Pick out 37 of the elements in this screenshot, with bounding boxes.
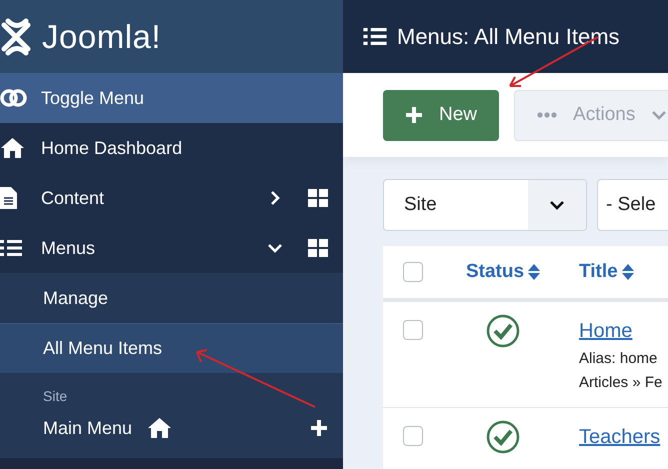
item-detail: Articles » Fe xyxy=(579,374,662,391)
logo-text[interactable]: Joomla! xyxy=(42,18,162,56)
plus-icon xyxy=(405,106,423,124)
column-header[interactable]: Title xyxy=(579,261,634,283)
submenu-item[interactable]: Main Menu xyxy=(43,418,132,438)
checkbox[interactable] xyxy=(403,320,423,340)
list-icon xyxy=(363,27,387,46)
sort-icon xyxy=(622,264,634,280)
ellipsis-icon xyxy=(537,112,558,118)
home-icon xyxy=(0,137,25,159)
sidebar-item[interactable]: Home Dashboard xyxy=(0,123,343,173)
page-title: Menus: All Menu Items xyxy=(397,24,620,50)
dashboard-icon[interactable] xyxy=(308,189,328,207)
plus-icon[interactable] xyxy=(310,419,328,437)
published-icon[interactable] xyxy=(486,314,520,348)
filter-select[interactable]: Site xyxy=(383,179,587,231)
sidebar-item[interactable]: Toggle Menu xyxy=(0,73,343,123)
new-button[interactable]: New xyxy=(383,90,500,140)
dashboard-icon[interactable] xyxy=(308,239,328,257)
item-title-link[interactable]: Teachers xyxy=(579,426,660,449)
column-header[interactable]: Status xyxy=(466,261,540,283)
home-icon xyxy=(146,417,174,439)
item-title-link[interactable]: Home xyxy=(579,320,662,343)
checkbox[interactable] xyxy=(403,426,423,446)
published-icon[interactable] xyxy=(486,420,520,454)
sort-icon xyxy=(528,264,540,280)
item-detail: Alias: home xyxy=(579,350,658,367)
list-icon xyxy=(0,239,22,257)
submenu-item[interactable]: All Menu Items xyxy=(0,323,343,373)
filter-select[interactable]: - Sele xyxy=(597,179,668,231)
sidebar-item[interactable]: Menus xyxy=(0,223,343,273)
toggle-icon xyxy=(0,89,27,107)
checkbox[interactable] xyxy=(403,262,423,282)
submenu-item[interactable]: Manage xyxy=(0,273,343,323)
section-heading: Site xyxy=(43,388,68,404)
document-icon xyxy=(0,187,17,209)
sidebar-item[interactable]: Content xyxy=(0,173,343,223)
